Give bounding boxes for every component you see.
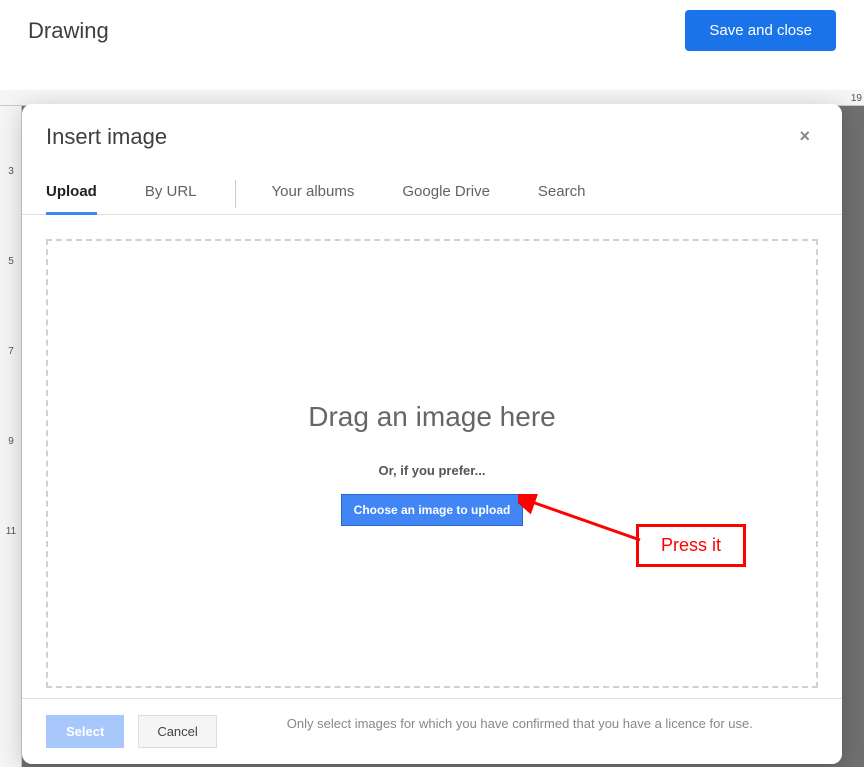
choose-image-button[interactable]: Choose an image to upload	[341, 494, 524, 526]
upload-drop-area[interactable]: Drag an image here Or, if you prefer... …	[46, 239, 818, 688]
modal-title: Insert image	[46, 124, 167, 150]
ruler-tick: 7	[4, 346, 18, 357]
drawing-header: Drawing Save and close	[0, 0, 864, 61]
drag-here-text: Drag an image here	[308, 401, 555, 433]
select-button[interactable]: Select	[46, 715, 124, 748]
modal-footer: Select Cancel Only select images for whi…	[22, 698, 842, 764]
tab-your-albums[interactable]: Your albums	[272, 173, 355, 214]
modal-tabs: Upload By URL Your albums Google Drive S…	[22, 155, 842, 215]
ruler-tick: 11	[4, 526, 18, 537]
tab-separator	[235, 180, 236, 208]
annotation-press-it: Press it	[636, 524, 746, 567]
or-prefer-text: Or, if you prefer...	[379, 463, 486, 478]
close-icon[interactable]: ×	[791, 122, 818, 151]
tab-google-drive[interactable]: Google Drive	[402, 173, 490, 214]
drawing-title: Drawing	[28, 18, 109, 44]
ruler-h-right-label: 19	[851, 93, 862, 104]
vertical-ruler: 3 5 7 9 11	[0, 106, 22, 767]
tab-upload[interactable]: Upload	[46, 173, 97, 214]
ruler-tick: 3	[4, 166, 18, 177]
ruler-tick: 5	[4, 256, 18, 267]
modal-header: Insert image ×	[22, 104, 842, 155]
licence-text: Only select images for which you have co…	[287, 715, 753, 733]
ruler-tick: 9	[4, 436, 18, 447]
insert-image-modal: Insert image × Upload By URL Your albums…	[22, 104, 842, 764]
save-and-close-button[interactable]: Save and close	[685, 10, 836, 51]
cancel-button[interactable]: Cancel	[138, 715, 216, 748]
tab-by-url[interactable]: By URL	[145, 173, 197, 214]
tab-search[interactable]: Search	[538, 173, 586, 214]
